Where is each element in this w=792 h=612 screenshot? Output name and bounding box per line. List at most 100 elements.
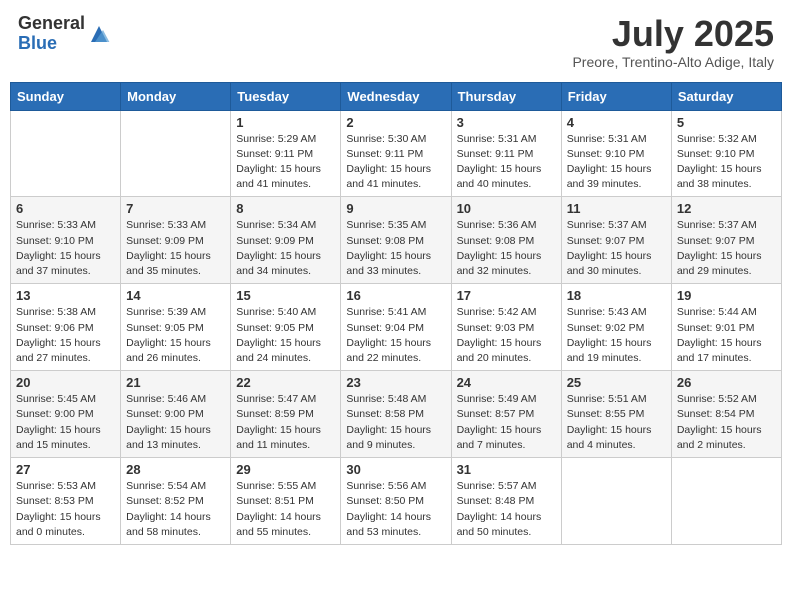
logo-icon (87, 22, 111, 46)
day-number: 18 (567, 288, 666, 303)
calendar-cell: 17 Sunrise: 5:42 AM Sunset: 9:03 PM Dayli… (451, 284, 561, 371)
day-number: 2 (346, 115, 445, 130)
day-number: 24 (457, 375, 556, 390)
day-info: Sunrise: 5:29 AM Sunset: 9:11 PM Dayligh… (236, 132, 335, 193)
calendar-cell: 26 Sunrise: 5:52 AM Sunset: 8:54 PM Dayli… (671, 371, 781, 458)
col-header-monday: Monday (121, 82, 231, 110)
calendar-header-row: SundayMondayTuesdayWednesdayThursdayFrid… (11, 82, 782, 110)
calendar-week-row: 1 Sunrise: 5:29 AM Sunset: 9:11 PM Daylig… (11, 110, 782, 197)
calendar-cell: 30 Sunrise: 5:56 AM Sunset: 8:50 PM Dayli… (341, 458, 451, 545)
day-info: Sunrise: 5:43 AM Sunset: 9:02 PM Dayligh… (567, 305, 666, 366)
day-number: 10 (457, 201, 556, 216)
day-info: Sunrise: 5:44 AM Sunset: 9:01 PM Dayligh… (677, 305, 776, 366)
logo: General Blue (18, 14, 111, 54)
calendar-cell: 9 Sunrise: 5:35 AM Sunset: 9:08 PM Daylig… (341, 197, 451, 284)
calendar-cell: 2 Sunrise: 5:30 AM Sunset: 9:11 PM Daylig… (341, 110, 451, 197)
day-number: 20 (16, 375, 115, 390)
calendar-cell: 31Sunrise: 5:57 AM Sunset: 8:48 PM Dayli… (451, 458, 561, 545)
calendar-cell: 12 Sunrise: 5:37 AM Sunset: 9:07 PM Dayli… (671, 197, 781, 284)
day-info: Sunrise: 5:30 AM Sunset: 9:11 PM Dayligh… (346, 132, 445, 193)
calendar-cell: 27 Sunrise: 5:53 AM Sunset: 8:53 PM Dayli… (11, 458, 121, 545)
day-info: Sunrise: 5:34 AM Sunset: 9:09 PM Dayligh… (236, 218, 335, 279)
day-number: 9 (346, 201, 445, 216)
day-number: 25 (567, 375, 666, 390)
day-info: Sunrise: 5:49 AM Sunset: 8:57 PM Dayligh… (457, 392, 556, 453)
calendar-cell: 16 Sunrise: 5:41 AM Sunset: 9:04 PM Dayli… (341, 284, 451, 371)
calendar-cell: 22Sunrise: 5:47 AM Sunset: 8:59 PM Dayli… (231, 371, 341, 458)
day-number: 8 (236, 201, 335, 216)
day-info: Sunrise: 5:42 AM Sunset: 9:03 PM Dayligh… (457, 305, 556, 366)
day-number: 5 (677, 115, 776, 130)
month-title: July 2025 (572, 14, 774, 54)
day-number: 15 (236, 288, 335, 303)
subtitle: Preore, Trentino-Alto Adige, Italy (572, 54, 774, 70)
logo-general: General (18, 14, 85, 34)
day-info: Sunrise: 5:37 AM Sunset: 9:07 PM Dayligh… (567, 218, 666, 279)
day-info: Sunrise: 5:52 AM Sunset: 8:54 PM Dayligh… (677, 392, 776, 453)
calendar-cell: 15 Sunrise: 5:40 AM Sunset: 9:05 PM Dayli… (231, 284, 341, 371)
calendar-cell: 29 Sunrise: 5:55 AM Sunset: 8:51 PM Dayli… (231, 458, 341, 545)
day-number: 16 (346, 288, 445, 303)
calendar-cell: 13Sunrise: 5:38 AM Sunset: 9:06 PM Dayli… (11, 284, 121, 371)
col-header-saturday: Saturday (671, 82, 781, 110)
calendar-cell (121, 110, 231, 197)
day-info: Sunrise: 5:31 AM Sunset: 9:10 PM Dayligh… (567, 132, 666, 193)
calendar-cell: 23Sunrise: 5:48 AM Sunset: 8:58 PM Dayli… (341, 371, 451, 458)
day-number: 17 (457, 288, 556, 303)
day-info: Sunrise: 5:35 AM Sunset: 9:08 PM Dayligh… (346, 218, 445, 279)
day-number: 28 (126, 462, 225, 477)
day-number: 3 (457, 115, 556, 130)
calendar-cell: 28 Sunrise: 5:54 AM Sunset: 8:52 PM Dayli… (121, 458, 231, 545)
title-block: July 2025 Preore, Trentino-Alto Adige, I… (572, 14, 774, 70)
day-info: Sunrise: 5:54 AM Sunset: 8:52 PM Dayligh… (126, 479, 225, 540)
day-number: 29 (236, 462, 335, 477)
calendar-cell: 4 Sunrise: 5:31 AM Sunset: 9:10 PM Daylig… (561, 110, 671, 197)
calendar-cell: 21 Sunrise: 5:46 AM Sunset: 9:00 PM Dayli… (121, 371, 231, 458)
calendar-cell: 11 Sunrise: 5:37 AM Sunset: 9:07 PM Dayli… (561, 197, 671, 284)
day-number: 4 (567, 115, 666, 130)
day-info: Sunrise: 5:48 AM Sunset: 8:58 PM Dayligh… (346, 392, 445, 453)
day-number: 21 (126, 375, 225, 390)
calendar-cell: 18 Sunrise: 5:43 AM Sunset: 9:02 PM Dayli… (561, 284, 671, 371)
day-number: 6 (16, 201, 115, 216)
day-info: Sunrise: 5:40 AM Sunset: 9:05 PM Dayligh… (236, 305, 335, 366)
day-info: Sunrise: 5:56 AM Sunset: 8:50 PM Dayligh… (346, 479, 445, 540)
calendar-cell: 19 Sunrise: 5:44 AM Sunset: 9:01 PM Dayli… (671, 284, 781, 371)
day-info: Sunrise: 5:45 AM Sunset: 9:00 PM Dayligh… (16, 392, 115, 453)
calendar-cell: 20 Sunrise: 5:45 AM Sunset: 9:00 PM Dayli… (11, 371, 121, 458)
calendar-cell: 7Sunrise: 5:33 AM Sunset: 9:09 PM Daylig… (121, 197, 231, 284)
day-info: Sunrise: 5:32 AM Sunset: 9:10 PM Dayligh… (677, 132, 776, 193)
day-number: 31 (457, 462, 556, 477)
day-number: 11 (567, 201, 666, 216)
day-info: Sunrise: 5:33 AM Sunset: 9:10 PM Dayligh… (16, 218, 115, 279)
day-number: 27 (16, 462, 115, 477)
calendar-cell: 25 Sunrise: 5:51 AM Sunset: 8:55 PM Dayli… (561, 371, 671, 458)
day-number: 13 (16, 288, 115, 303)
col-header-friday: Friday (561, 82, 671, 110)
day-number: 1 (236, 115, 335, 130)
calendar-cell: 8 Sunrise: 5:34 AM Sunset: 9:09 PM Daylig… (231, 197, 341, 284)
day-number: 19 (677, 288, 776, 303)
day-info: Sunrise: 5:55 AM Sunset: 8:51 PM Dayligh… (236, 479, 335, 540)
day-number: 12 (677, 201, 776, 216)
col-header-wednesday: Wednesday (341, 82, 451, 110)
day-number: 26 (677, 375, 776, 390)
calendar-week-row: 6 Sunrise: 5:33 AM Sunset: 9:10 PM Daylig… (11, 197, 782, 284)
calendar-cell (671, 458, 781, 545)
day-info: Sunrise: 5:41 AM Sunset: 9:04 PM Dayligh… (346, 305, 445, 366)
calendar-table: SundayMondayTuesdayWednesdayThursdayFrid… (10, 82, 782, 545)
day-info: Sunrise: 5:37 AM Sunset: 9:07 PM Dayligh… (677, 218, 776, 279)
day-info: Sunrise: 5:46 AM Sunset: 9:00 PM Dayligh… (126, 392, 225, 453)
calendar-cell: 24 Sunrise: 5:49 AM Sunset: 8:57 PM Dayli… (451, 371, 561, 458)
day-info: Sunrise: 5:51 AM Sunset: 8:55 PM Dayligh… (567, 392, 666, 453)
calendar-week-row: 27 Sunrise: 5:53 AM Sunset: 8:53 PM Dayli… (11, 458, 782, 545)
day-number: 22 (236, 375, 335, 390)
col-header-thursday: Thursday (451, 82, 561, 110)
calendar-cell: 5 Sunrise: 5:32 AM Sunset: 9:10 PM Daylig… (671, 110, 781, 197)
day-info: Sunrise: 5:36 AM Sunset: 9:08 PM Dayligh… (457, 218, 556, 279)
day-number: 30 (346, 462, 445, 477)
calendar-week-row: 13Sunrise: 5:38 AM Sunset: 9:06 PM Dayli… (11, 284, 782, 371)
calendar-cell (561, 458, 671, 545)
day-info: Sunrise: 5:53 AM Sunset: 8:53 PM Dayligh… (16, 479, 115, 540)
calendar-cell: 3Sunrise: 5:31 AM Sunset: 9:11 PM Daylig… (451, 110, 561, 197)
